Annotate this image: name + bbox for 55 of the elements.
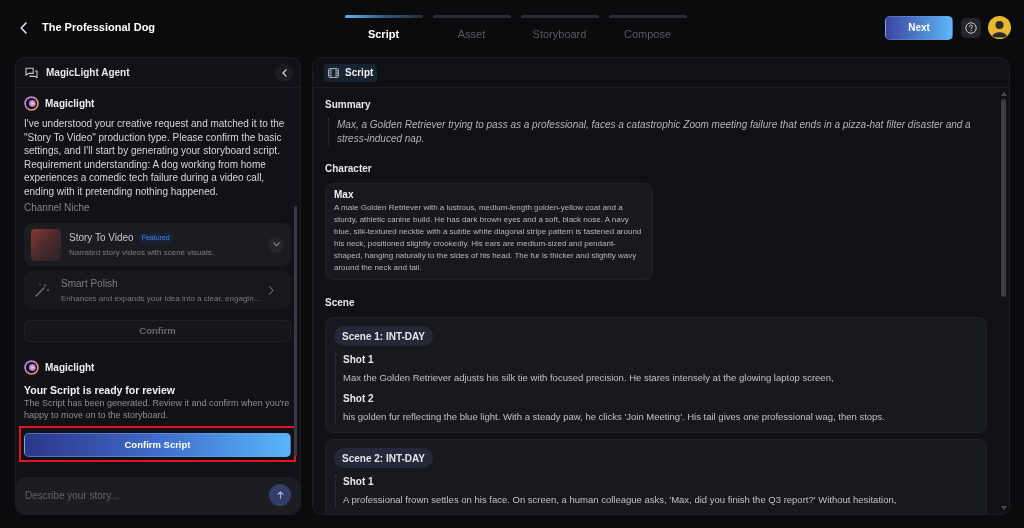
scrollbar-thumb[interactable] [294,206,297,456]
shot-label: Shot 2 [343,392,375,406]
shot-text: his golden fur reflecting the blue light. With a steady paw, he clicks 'Join Meeting'. His tail gives one professional wag, then stops. [343,410,886,424]
message-input[interactable]: Describe your story... [16,477,300,514]
character-name: Max [334,189,355,201]
script-tab[interactable]: Script [324,63,378,82]
shot-label: Shot 1 [343,353,375,367]
message-text: The Script has been generated. Review it and confirm when you're happy to move on to the storyboard. [24,397,291,421]
magic-wand-icon [34,282,50,298]
step-tab[interactable]: Asset [432,14,511,41]
shot-text: A professional frown settles on his face. On screen, a human colleague asks, 'Max, did you finish the Q3 report?' Without hesitation, [343,493,898,507]
shot-text: Max the Golden Retriever adjusts his silk tie with focused precision. He stares intensely at the glowing laptop screen, [343,371,835,385]
scroll-up-icon[interactable] [1000,92,1007,96]
chevron-down-icon [272,242,280,247]
scroll-down-icon[interactable] [1000,506,1007,510]
option-title: Story To Video [69,231,134,244]
character-description: A male Golden Retriever with a lustrous, medium-length golden-yellow coat and a sturdy, athletic canine build. He has dark brown eyes and a soft, black nose. A navy blue, silk-textured necktie with a subtle white diagonal stripe pattern is fastened around his neck, positioned slightly crookedly. His ears are medium-sized and pendant-shaped, hanging naturally to the sides of his head. The fur is thicker and slightly wavy around the neck and tail. [334,202,643,274]
avatar[interactable] [988,16,1011,39]
back-icon[interactable] [20,21,27,34]
step-tab[interactable]: Script [344,14,423,41]
next-button[interactable]: Next [885,15,953,40]
sender-name: Magiclight [45,360,95,375]
expand-button[interactable] [268,236,284,253]
option-description: Enhances and expands your idea into a clear, engagin… [61,292,261,304]
summary-text: Max, a Golden Retriever trying to pass as a professional, faces a catastrophic Zoom meeting failure that ends in a pizza-hat filter disaster and a stress-induced nap. [328,118,987,146]
chevron-left-icon [281,68,287,77]
section-label: Channel Niche [24,201,91,214]
photo-placeholder [31,228,61,261]
scene-title: Scene 1: INT-DAY [334,326,433,346]
message-text: I've understood your creative request and matched it to the "Story To Video" production type. Please confirm the basic settings, and I'll start by generating your storyboard script. Requirement understanding: A dog working from home experiences a comedic tech failure during a video call, ending with it pretending nothing happened. [24,117,286,198]
chat-icon [25,66,38,79]
logo-icon [24,359,39,375]
shot-label: Shot 1 [343,475,375,489]
option-title: Smart Polish [61,276,118,290]
review-heading: Your Script is ready for review [24,384,176,396]
section-heading: Character [325,162,373,176]
sender-name: Magiclight [45,96,95,111]
option-description: Narrated story videos with scene visuals. [69,247,215,258]
project-title: The Professional Dog [42,20,156,36]
logo-icon [24,95,39,111]
confirm-button: Confirm [24,320,291,342]
confirm-script-button[interactable]: Confirm Script [24,433,291,458]
arrow-up-icon [276,491,284,499]
film-icon [328,67,339,78]
section-heading: Summary [325,98,372,112]
step-tab[interactable]: Storyboard [520,14,599,41]
collapse-button[interactable] [275,63,293,82]
step-tab[interactable]: Compose [608,14,687,41]
help-icon [965,21,977,34]
chevron-right-icon [269,285,274,295]
scene-title: Scene 2: INT-DAY [334,448,433,468]
help-button[interactable] [961,17,981,38]
section-heading: Scene [325,296,356,310]
scrollbar-thumb[interactable] [1001,99,1006,297]
panel-title: MagicLight Agent [46,66,130,80]
